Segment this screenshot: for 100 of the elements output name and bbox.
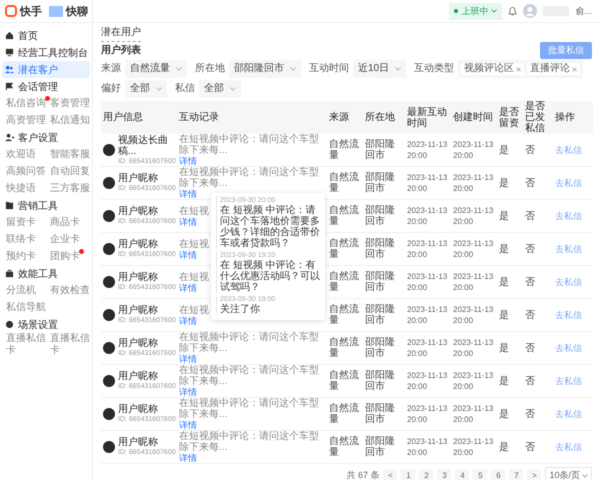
page-button[interactable]: 1	[401, 468, 416, 480]
sidebar-subitem[interactable]: 直播私信卡	[50, 333, 94, 357]
sidebar-subitem[interactable]: 直播私信卡	[6, 333, 50, 357]
message-link[interactable]: 去私信	[555, 144, 582, 154]
status-dropdown[interactable]: 上班中	[449, 2, 502, 20]
sidebar-subitem[interactable]: 私信导航	[6, 302, 46, 314]
sidebar-subitem[interactable]: 欢迎语	[6, 148, 36, 160]
sidebar-subitem[interactable]: 智能客服	[50, 148, 90, 160]
table-cell: 邵阳隆回市	[365, 172, 395, 194]
table-cell: 自然流量	[329, 304, 359, 326]
sidebar-subitem[interactable]: 客资管理	[50, 98, 90, 110]
message-link[interactable]: 去私信	[555, 244, 582, 254]
message-link[interactable]: 去私信	[555, 310, 582, 320]
table-cell: 邵阳隆回市	[365, 304, 395, 326]
filter-tag[interactable]: 直播评论	[527, 63, 580, 75]
sidebar-item[interactable]: 潜在客户	[2, 61, 90, 78]
page-button[interactable]: 3	[437, 468, 452, 480]
sidebar-subitem[interactable]: 高资管理	[6, 114, 46, 126]
filter-label: 所在地	[195, 63, 225, 75]
filter-label: 私信	[175, 83, 195, 95]
detail-link[interactable]: 详情	[179, 316, 197, 326]
detail-link[interactable]: 详情	[179, 156, 197, 166]
page-button[interactable]: 7	[509, 468, 524, 480]
sidebar-subitem[interactable]: 三方客服	[50, 182, 90, 194]
detail-link[interactable]: 详情	[179, 282, 197, 292]
detail-link[interactable]: 详情	[179, 420, 197, 430]
sidebar-subitem[interactable]: 分流机	[6, 284, 36, 296]
message-link[interactable]: 去私信	[555, 376, 582, 386]
table-cell: 自然流量	[329, 205, 359, 227]
column-header: 互动记录	[179, 112, 219, 123]
bulk-message-button[interactable]: 批量私信	[540, 42, 592, 59]
sidebar-item[interactable]: 会话管理	[2, 78, 90, 95]
table-cell: 邵阳隆回市	[365, 205, 395, 227]
message-link[interactable]: 去私信	[555, 408, 582, 418]
detail-link[interactable]: 详情	[179, 250, 197, 260]
table-cell: 是	[499, 442, 509, 452]
detail-link[interactable]: 详情	[179, 354, 197, 364]
message-link[interactable]: 去私信	[555, 442, 582, 452]
sidebar-subitem[interactable]: 商品卡	[50, 216, 80, 228]
sidebar-item[interactable]: 场景设置	[2, 316, 90, 333]
sidebar-item[interactable]: 经营工具控制台	[2, 44, 90, 61]
next-page-button[interactable]: >	[527, 468, 542, 480]
table-cell: 2023-11-13 20:00	[453, 239, 494, 259]
filter-select[interactable]: 自然流量	[125, 60, 187, 78]
page-button[interactable]: 4	[455, 468, 470, 480]
avatar	[103, 144, 115, 156]
table-cell: 2023-11-13 20:00	[453, 272, 494, 292]
sidebar-subitem[interactable]: 留资卡	[6, 216, 36, 228]
interaction-text: 在短视	[179, 238, 209, 250]
sidebar-subitem[interactable]: 快捷语	[6, 182, 36, 194]
interaction-text: 在短视频中评论：请问这个车型除下来每...	[179, 134, 320, 156]
filter-select[interactable]: 全部	[199, 80, 241, 98]
table-cell: 2023-11-13 20:00	[407, 239, 448, 259]
filter-select[interactable]: 邵阳隆回市	[229, 60, 301, 78]
column-header: 是否已发私信	[525, 101, 545, 134]
table-cell: 2023-11-13 20:00	[453, 338, 494, 358]
message-link[interactable]: 去私信	[555, 178, 582, 188]
prev-page-button[interactable]: <	[383, 468, 398, 480]
close-icon[interactable]	[516, 66, 522, 72]
page-size-select[interactable]: 10条/页	[545, 467, 592, 480]
detail-link[interactable]: 详情	[179, 387, 197, 397]
sidebar-subitem[interactable]: 预约卡	[6, 250, 36, 262]
caret-icon	[230, 87, 236, 91]
sidebar-subitem[interactable]: 团购卡	[50, 250, 80, 262]
sidebar-item[interactable]: 客户设置	[2, 129, 90, 146]
timeline-text: 关注了你	[220, 304, 261, 315]
detail-link[interactable]: 详情	[179, 189, 197, 199]
sidebar-subitem[interactable]: 私信通知	[50, 114, 90, 126]
detail-link[interactable]: 详情	[179, 453, 197, 463]
sidebar-subitem[interactable]: 企业卡	[50, 234, 80, 246]
message-link[interactable]: 去私信	[555, 276, 582, 286]
user-nickname: 用户昵称	[118, 404, 159, 415]
sidebar-subitem[interactable]: 自动回复	[50, 166, 90, 178]
page-button[interactable]: 6	[491, 468, 506, 480]
close-icon[interactable]	[572, 66, 578, 72]
home-icon	[5, 31, 14, 40]
sidebar-subitem[interactable]: 高频问答	[6, 166, 46, 178]
detail-link[interactable]: 详情	[179, 216, 197, 226]
sidebar-subitem[interactable]: 联络卡	[6, 234, 36, 246]
sidebar-subitem[interactable]: 私信咨询	[6, 98, 46, 110]
filter-select[interactable]: 全部	[125, 80, 167, 98]
bell-icon[interactable]	[508, 6, 518, 16]
table-cell: 2023-11-13 20:00	[407, 140, 448, 160]
table-cell: 是	[499, 210, 509, 222]
avatar	[103, 309, 115, 321]
filter-tag[interactable]: 视频评论区	[461, 63, 524, 75]
message-link[interactable]: 去私信	[555, 210, 582, 220]
message-link[interactable]: 去私信	[555, 342, 582, 352]
sidebar-item[interactable]: 营销工具	[2, 197, 90, 214]
filter-select[interactable]: 近10日	[353, 60, 406, 78]
table-cell: 2023-11-13 20:00	[407, 371, 448, 391]
sidebar-item[interactable]: 首页	[2, 27, 90, 44]
sidebar-subitem[interactable]: 有效检查	[50, 284, 90, 296]
table-cell: 邵阳隆回市	[365, 403, 395, 425]
user-name[interactable]: 俞...	[575, 4, 592, 18]
page-button[interactable]: 5	[473, 468, 488, 480]
tag-select[interactable]: 视频评论区 直播评论	[458, 60, 584, 78]
avatar[interactable]	[523, 4, 538, 18]
sidebar-item[interactable]: 效能工具	[2, 265, 90, 282]
page-button[interactable]: 2	[419, 468, 434, 480]
